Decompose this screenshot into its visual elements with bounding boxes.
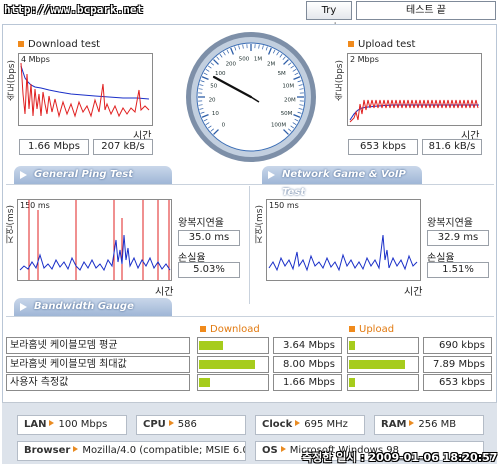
upload-bar-fill [349, 360, 405, 369]
upload-value: 690 kbps [423, 337, 492, 354]
download-bar [197, 356, 269, 373]
try-again-button[interactable]: Try again [306, 1, 352, 33]
info-ram: RAM 256 MB [374, 415, 484, 435]
download-title: Download test [18, 39, 100, 50]
arrow-right-icon [73, 446, 79, 452]
ping-right-loss: 1.51% [427, 262, 489, 278]
gauge-label: 50M [281, 111, 293, 117]
bandwidth-row-label: 사용자 측정값 [6, 374, 190, 391]
download-bar-fill [199, 378, 210, 387]
upload-bar [347, 337, 419, 354]
download-bar [197, 374, 269, 391]
tab-bandwidth-gauge[interactable]: Bandwidth Gauge [14, 298, 172, 316]
bandwidth-row-label: 보라홈넷 케이블모뎀 최대값 [6, 356, 190, 373]
arrow-right-icon [20, 171, 27, 179]
gauge-label: 5M [278, 71, 286, 77]
ping-left-rtt: 35.0 ms [178, 230, 240, 246]
upload-title: Upload test [348, 39, 415, 50]
upload-bar [347, 374, 419, 391]
gauge-label: 1M [254, 57, 262, 63]
gauge-label: 0 [222, 123, 226, 129]
gauge-label: 100M [271, 123, 286, 129]
bandwidth-download-header: Download [200, 324, 260, 335]
ping-right-graph: 150 ms [266, 199, 421, 281]
ping-right-rtt-label: 왕복지연율 [427, 218, 473, 229]
ping-left-loss: 5.03% [178, 262, 240, 278]
download-bar-fill [199, 341, 223, 350]
gauge-label: 100 [215, 71, 226, 77]
test-status: 테스트 끝 [356, 1, 496, 20]
arrow-right-icon [49, 420, 55, 426]
download-ylabel: 속도(bps) [7, 60, 17, 102]
ping-right-xlabel: 시간 [404, 287, 423, 298]
bandwidth-row-label: 보라홈넷 케이블모뎀 평균 [6, 337, 190, 354]
download-mbps: 1.66 Mbps [19, 139, 89, 155]
gauge-label: 20M [284, 97, 296, 103]
gauge-label: 2M [267, 62, 275, 68]
timestamp-watermark: 측정한 일시 : 2009-01-06 18:20:57 [302, 451, 498, 464]
arrow-right-icon [280, 446, 286, 452]
divider [249, 186, 250, 304]
divider [6, 316, 494, 317]
gauge-label: 10M [282, 83, 294, 89]
gauge-label: 20 [209, 97, 216, 103]
upload-mbps: 653 kbps [348, 139, 418, 155]
upload-value: 653 kbps [423, 374, 492, 391]
arrow-right-icon [409, 420, 415, 426]
arrow-right-icon [20, 303, 27, 311]
download-value: 3.64 Mbps [273, 337, 342, 354]
info-clock: Clock 695 MHz [255, 415, 365, 435]
download-bar-fill [199, 360, 255, 369]
info-lan: LAN 100 Mbps [17, 415, 127, 435]
bullet-icon [200, 326, 206, 332]
gauge-label: 200 [226, 62, 237, 68]
upload-bar [347, 356, 419, 373]
download-value: 8.00 Mbps [273, 356, 342, 373]
ping-right-ylabel: 지연(ms) [255, 205, 265, 244]
ping-left-xlabel: 시간 [155, 287, 174, 298]
divider [6, 184, 494, 185]
gauge-label: 10 [212, 111, 219, 117]
upload-bar-fill [349, 341, 355, 350]
url-watermark: http://www.bcpark.net [4, 3, 144, 16]
bullet-icon [18, 41, 24, 47]
download-value: 1.66 Mbps [273, 374, 342, 391]
info-browser: Browser Mozilla/4.0 (compatible; MSIE 6.0 [17, 441, 246, 461]
tab-general-ping[interactable]: General Ping Test [14, 166, 172, 184]
gauge-label: 50 [210, 83, 217, 89]
ping-left-graph: 150 ms [17, 199, 172, 281]
speed-gauge: 0 10 20 50 100 200 500 1M 2M 5M 10M 20M 50M 100M [184, 30, 318, 164]
arrow-right-icon [168, 420, 174, 426]
download-graph: 4 Mbps [18, 53, 153, 126]
info-cpu: CPU 586 [136, 415, 246, 435]
upload-bar-fill [349, 378, 355, 387]
bandwidth-upload-header: Upload [349, 324, 394, 335]
arrow-right-icon [268, 171, 275, 179]
bullet-icon [349, 326, 355, 332]
gauge-label: 500 [239, 57, 250, 63]
upload-value: 7.89 Mbps [423, 356, 492, 373]
bullet-icon [348, 41, 354, 47]
download-bar [197, 337, 269, 354]
ping-left-ylabel: 지연(ms) [6, 205, 16, 244]
ping-left-rtt-label: 왕복지연율 [178, 218, 224, 229]
upload-ylabel: 속도(bps) [335, 60, 345, 102]
tab-network-game-voip[interactable]: Network Game & VoIP Test [262, 166, 422, 198]
arrow-right-icon [295, 420, 301, 426]
ping-right-rtt: 32.9 ms [427, 230, 489, 246]
upload-graph: 2 Mbps [347, 53, 482, 126]
upload-kbs: 81.6 kB/s [422, 139, 482, 155]
download-kbs: 207 kB/s [93, 139, 153, 155]
